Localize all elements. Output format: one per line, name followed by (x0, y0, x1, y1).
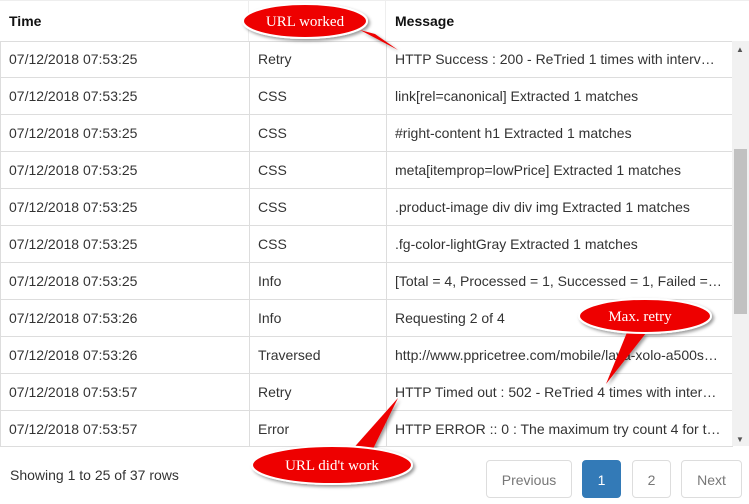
table-row[interactable]: 07/12/2018 07:53:57 Error HTTP ERROR :: 0 … (1, 411, 733, 446)
cell-time: 07/12/2018 07:53:25 (1, 263, 250, 299)
cell-message: #right-content h1 Extracted 1 matches (395, 125, 632, 141)
scroll-up-icon[interactable]: ▲ (736, 45, 744, 54)
page-2-button[interactable]: 2 (632, 460, 671, 498)
cell-type: Info (250, 300, 387, 336)
table-body: 07/12/2018 07:53:25 Retry HTTP Success : 2… (0, 41, 733, 447)
cell-message: HTTP Success : 200 - ReTried 1 times wit… (395, 51, 715, 67)
cell-message: link[rel=canonical] Extracted 1 matches (395, 88, 639, 104)
table-header: Time Message (0, 0, 749, 42)
cell-type: CSS (250, 152, 387, 188)
cell-time: 07/12/2018 07:53:25 (1, 41, 250, 77)
cell-time: 07/12/2018 07:53:25 (1, 226, 250, 262)
table-row[interactable]: 07/12/2018 07:53:25 Info [Total = 4, Proce… (1, 263, 733, 300)
table-row[interactable]: 07/12/2018 07:53:57 Retry HTTP Timed out :… (1, 374, 733, 411)
cell-message: http://www.ppricetree.com/mobile/lava-xo… (395, 347, 718, 363)
cell-time: 07/12/2018 07:53:25 (1, 189, 250, 225)
header-type[interactable] (249, 1, 386, 41)
cell-message: .fg-color-lightGray Extracted 1 matches (395, 236, 638, 252)
cell-time: 07/12/2018 07:53:25 (1, 115, 250, 151)
callout-didnt-work-text: URL did't work (285, 458, 379, 474)
table-row[interactable]: 07/12/2018 07:53:26 Traversed http://www.p… (1, 337, 733, 374)
cell-time: 07/12/2018 07:53:57 (1, 411, 250, 446)
cell-message: [Total = 4, Processed = 1, Successed = 1… (395, 273, 722, 289)
cell-type: Traversed (250, 337, 387, 373)
next-button[interactable]: Next (681, 460, 742, 498)
header-message[interactable]: Message (386, 1, 726, 41)
cell-message: HTTP Timed out : 502 - ReTried 4 times w… (395, 384, 717, 400)
cell-time: 07/12/2018 07:53:25 (1, 78, 250, 114)
cell-message: meta[itemprop=lowPrice] Extracted 1 matc… (395, 162, 681, 178)
table-row[interactable]: 07/12/2018 07:53:25 CSS .fg-color-lightGra… (1, 226, 733, 263)
cell-time: 07/12/2018 07:53:25 (1, 152, 250, 188)
header-time[interactable]: Time (0, 1, 249, 41)
table-row[interactable]: 07/12/2018 07:53:25 CSS meta[itemprop=lowP… (1, 152, 733, 189)
cell-type: CSS (250, 115, 387, 151)
cell-message: Requesting 2 of 4 (395, 310, 505, 326)
cell-time: 07/12/2018 07:53:26 (1, 337, 250, 373)
table-row[interactable]: 07/12/2018 07:53:25 CSS .product-image div… (1, 189, 733, 226)
table-row[interactable]: 07/12/2018 07:53:25 Retry HTTP Success : 2… (1, 41, 733, 78)
previous-button[interactable]: Previous (486, 460, 572, 498)
vertical-scrollbar[interactable]: ▲ ▼ (732, 41, 749, 446)
table-row[interactable]: 07/12/2018 07:53:25 CSS #right-content h1 … (1, 115, 733, 152)
pagination-summary: Showing 1 to 25 of 37 rows (10, 467, 179, 483)
table-row[interactable]: 07/12/2018 07:53:25 CSS link[rel=canonical… (1, 78, 733, 115)
cell-type: CSS (250, 78, 387, 114)
cell-type: CSS (250, 226, 387, 262)
table-row[interactable]: 07/12/2018 07:53:26 Info Requesting 2 of 4 (1, 300, 733, 337)
cell-type: Retry (250, 41, 387, 77)
cell-time: 07/12/2018 07:53:26 (1, 300, 250, 336)
cell-type: CSS (250, 189, 387, 225)
cell-type: Error (250, 411, 387, 446)
cell-time: 07/12/2018 07:53:57 (1, 374, 250, 410)
scroll-down-icon[interactable]: ▼ (736, 435, 744, 444)
cell-message: HTTP ERROR :: 0 : The maximum try count … (395, 421, 721, 437)
cell-type: Info (250, 263, 387, 299)
page-1-button[interactable]: 1 (582, 460, 621, 498)
cell-message: .product-image div div img Extracted 1 m… (395, 199, 690, 215)
cell-type: Retry (250, 374, 387, 410)
scrollbar-thumb[interactable] (734, 149, 747, 314)
